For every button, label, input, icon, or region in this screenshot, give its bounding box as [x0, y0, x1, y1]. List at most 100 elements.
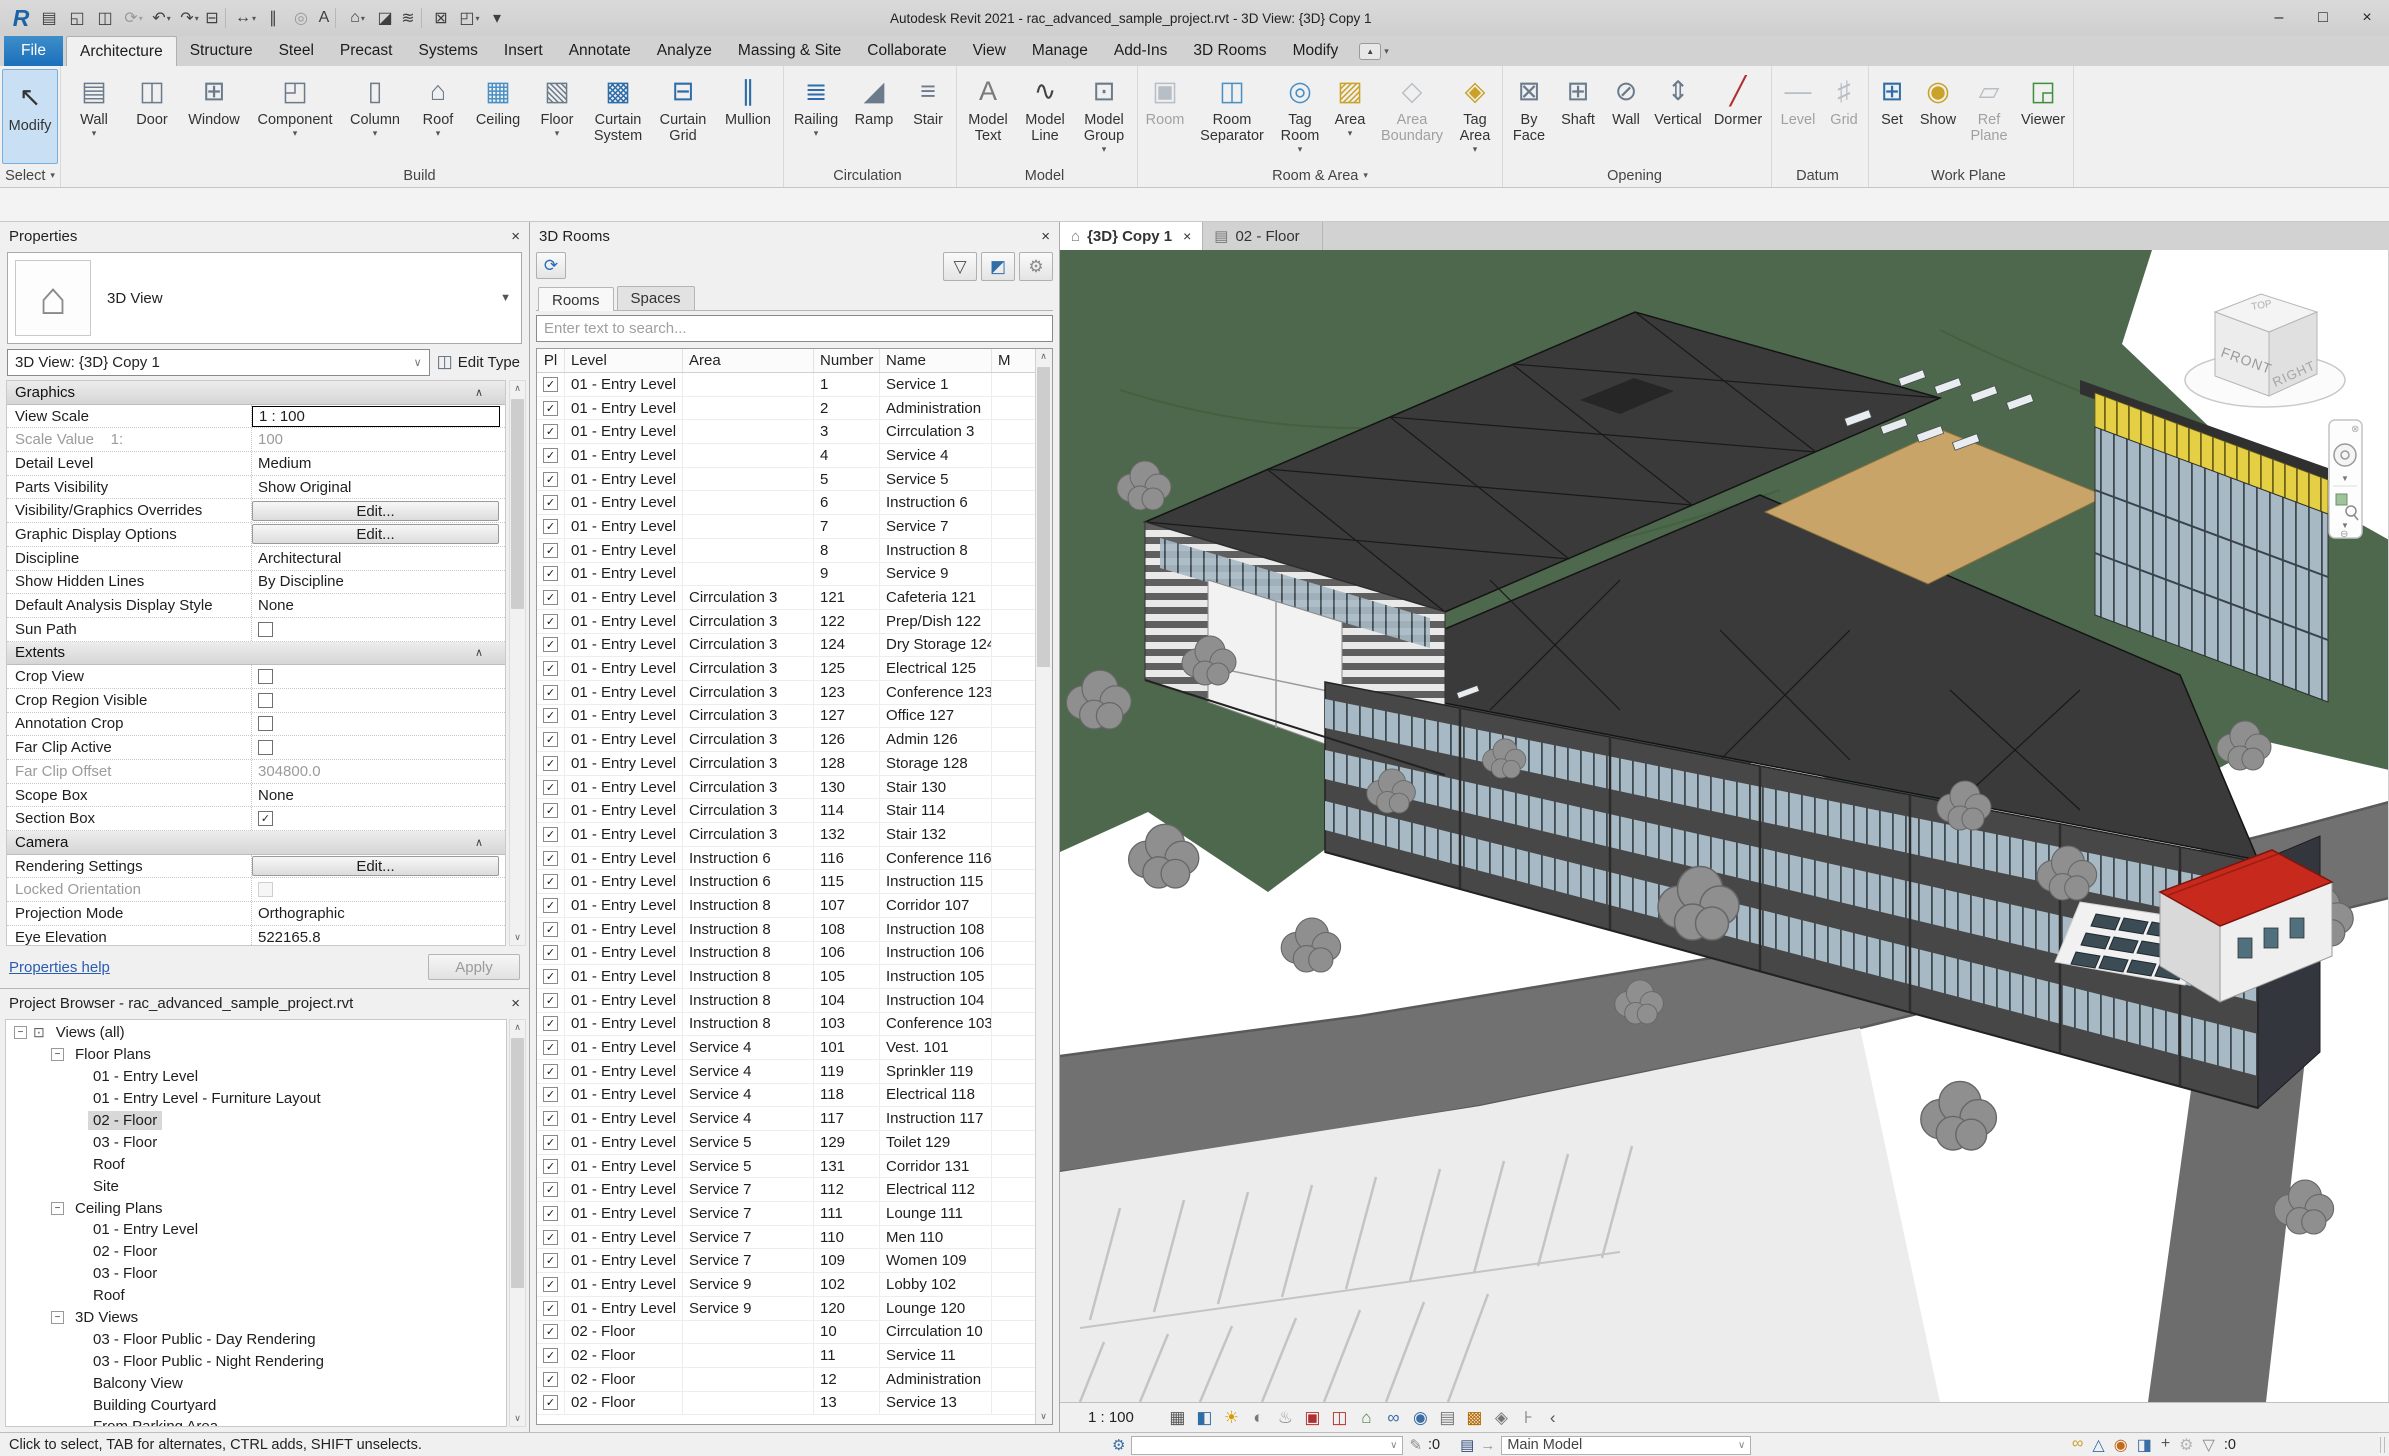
room-visibility-checkbox[interactable] [543, 424, 558, 439]
property-row[interactable]: Graphic Display Options Edit... [7, 523, 505, 547]
room-visibility-checkbox[interactable] [543, 377, 558, 392]
room-visibility-checkbox[interactable] [543, 1253, 558, 1268]
room-visibility-checkbox[interactable] [543, 1016, 558, 1031]
room-visibility-checkbox[interactable] [543, 780, 558, 795]
room-row[interactable]: 02 - Floor 13 Service 13 [537, 1392, 1035, 1416]
room-row[interactable]: 01 - Entry Level 9 Service 9 [537, 563, 1035, 587]
room-row[interactable]: 01 - Entry Level Service 7 111 Lounge 11… [537, 1202, 1035, 1226]
room-visibility-checkbox[interactable] [543, 874, 558, 889]
tree-item[interactable]: 02 - Floor [6, 1241, 506, 1263]
by-face-button[interactable]: ⊠ By Face [1505, 69, 1553, 155]
editing-requests-icon[interactable]: ✎ [1409, 1436, 1422, 1454]
ribbon-panel-label[interactable]: Datum [1774, 164, 1866, 187]
room-visibility-checkbox[interactable] [543, 1395, 558, 1410]
room-row[interactable]: 01 - Entry Level Instruction 8 107 Corri… [537, 894, 1035, 918]
collapse-chevron-icon[interactable]: ∧ [475, 381, 505, 404]
tree-item[interactable]: Balcony View [6, 1372, 506, 1394]
tree-expander[interactable]: − [51, 1202, 64, 1215]
stair-button[interactable]: ≡ Stair [902, 69, 954, 139]
room-row[interactable]: 01 - Entry Level 2 Administration [537, 397, 1035, 421]
shaft-button[interactable]: ⊞ Shaft [1553, 69, 1603, 139]
ribbon-tab[interactable]: Add-Ins [1101, 36, 1180, 66]
room-visibility-checkbox[interactable] [543, 1087, 558, 1102]
room-row[interactable]: 01 - Entry Level Service 7 112 Electrica… [537, 1178, 1035, 1202]
room-visibility-checkbox[interactable] [543, 756, 558, 771]
type-selector-arrow-icon[interactable]: ▼ [500, 292, 521, 304]
room-visibility-checkbox[interactable] [543, 732, 558, 747]
property-row[interactable]: Discipline Architectural [7, 547, 505, 571]
room-row[interactable]: 01 - Entry Level Cirrculation 3 123 Conf… [537, 681, 1035, 705]
ribbon-panel-label[interactable]: Model [959, 164, 1135, 187]
room-visibility-checkbox[interactable] [543, 969, 558, 984]
active-workset-dropdown[interactable]: ∨ [1131, 1436, 1403, 1455]
room-row[interactable]: 01 - Entry Level 5 Service 5 [537, 468, 1035, 492]
select-underlay-icon[interactable]: △ [2092, 1435, 2104, 1455]
rooms-tab[interactable]: Spaces [617, 286, 695, 310]
view-tab[interactable]: ▤ 02 - Floor [1203, 222, 1322, 250]
room-visibility-checkbox[interactable] [543, 495, 558, 510]
show-crop-region-icon[interactable]: ◫ [1326, 1405, 1353, 1431]
ribbon-display-toggle[interactable]: ▲ ▾ [1359, 36, 1389, 66]
room-row[interactable]: 01 - Entry Level Cirrculation 3 122 Prep… [537, 610, 1035, 634]
room-row[interactable]: 01 - Entry Level Service 7 110 Men 110 [537, 1226, 1035, 1250]
ribbon-tab[interactable]: File [4, 36, 63, 66]
design-options-dropdown[interactable]: Main Model∨ [1501, 1436, 1751, 1455]
ribbon-tab[interactable]: View [960, 36, 1019, 66]
property-row[interactable]: Parts Visibility Show Original [7, 476, 505, 500]
room-visibility-checkbox[interactable] [543, 1159, 558, 1174]
curtain-system-button[interactable]: ▩ Curtain System [585, 69, 651, 155]
room-visibility-checkbox[interactable] [543, 685, 558, 700]
property-row[interactable]: Annotation Crop [7, 713, 505, 737]
analytical-model-icon[interactable]: ▩ [1461, 1405, 1488, 1431]
room-row[interactable]: 01 - Entry Level 6 Instruction 6 [537, 491, 1035, 515]
text-icon[interactable]: A [316, 4, 343, 32]
show-work-plane-button[interactable]: ◉ Show [1913, 69, 1963, 139]
ref-plane-button[interactable]: ▱ Ref Plane [1963, 69, 2015, 155]
room-visibility-checkbox[interactable] [543, 803, 558, 818]
ribbon-panel-label[interactable]: Select▾ [2, 164, 58, 187]
room-row[interactable]: 01 - Entry Level Service 4 118 Electrica… [537, 1084, 1035, 1108]
temporary-hide-isolate-icon[interactable]: ∞ [1380, 1405, 1407, 1431]
room-visibility-checkbox[interactable] [543, 566, 558, 581]
room-separator-button[interactable]: ◫ Room Separator [1190, 69, 1274, 155]
room-row[interactable]: 01 - Entry Level 1 Service 1 [537, 373, 1035, 397]
room-row[interactable]: 02 - Floor 11 Service 11 [537, 1344, 1035, 1368]
room-row[interactable]: 01 - Entry Level Service 4 101 Vest. 101 [537, 1036, 1035, 1060]
property-row[interactable]: Section Box [7, 807, 505, 831]
switch-windows-icon[interactable]: ◰▾ [456, 4, 483, 32]
room-row[interactable]: 01 - Entry Level Instruction 8 103 Confe… [537, 1013, 1035, 1037]
sun-path-off-icon[interactable]: ☀ [1218, 1405, 1245, 1431]
ribbon-panel-label[interactable]: Build [63, 164, 781, 187]
tree-item[interactable]: 03 - Floor Public - Day Rendering [6, 1328, 506, 1350]
checkbox[interactable] [258, 693, 273, 708]
3d-scene[interactable]: TOP FRONT RIGHT ⊗ ▼ ▼ ⊖ [1060, 250, 2389, 1402]
ribbon-panel-label[interactable]: Circulation [786, 164, 954, 187]
room-visibility-checkbox[interactable] [543, 614, 558, 629]
tree-item[interactable]: Site [6, 1175, 506, 1197]
ribbon-tab[interactable]: Massing & Site [725, 36, 854, 66]
project-browser-close-icon[interactable]: × [511, 995, 520, 1012]
room-row[interactable]: 01 - Entry Level Cirrculation 3 125 Elec… [537, 657, 1035, 681]
room-visibility-checkbox[interactable] [543, 1135, 558, 1150]
room-row[interactable]: 01 - Entry Level Instruction 8 105 Instr… [537, 965, 1035, 989]
rooms-search-input[interactable] [537, 316, 1052, 341]
grid-button[interactable]: ♯ Grid [1822, 69, 1866, 139]
model-line-button[interactable]: ∿ Model Line [1017, 69, 1073, 155]
ribbon-panel-label[interactable]: Opening [1505, 164, 1769, 187]
room-row[interactable]: 01 - Entry Level 3 Cirrculation 3 [537, 420, 1035, 444]
property-row[interactable]: Projection Mode Orthographic [7, 902, 505, 926]
select-by-face-icon[interactable]: ◨ [2137, 1435, 2152, 1455]
ribbon-tab[interactable]: Insert [491, 36, 556, 66]
room-visibility-checkbox[interactable] [543, 1206, 558, 1221]
detail-level-icon[interactable]: ▦ [1164, 1405, 1191, 1431]
room-row[interactable]: 01 - Entry Level Cirrculation 3 126 Admi… [537, 728, 1035, 752]
level-button[interactable]: — Level [1774, 69, 1822, 139]
room-row[interactable]: 01 - Entry Level Cirrculation 3 121 Cafe… [537, 586, 1035, 610]
visual-style-icon[interactable]: ◧ [1191, 1405, 1218, 1431]
tree-item[interactable]: − ⊡ Views (all) [6, 1022, 506, 1044]
3d-canvas[interactable]: TOP FRONT RIGHT ⊗ ▼ ▼ ⊖ [1060, 250, 2389, 1402]
room-visibility-checkbox[interactable] [543, 827, 558, 842]
room-button[interactable]: ▣ Room [1140, 69, 1190, 139]
room-visibility-checkbox[interactable] [543, 1111, 558, 1126]
tree-item[interactable]: 03 - Floor [6, 1263, 506, 1285]
